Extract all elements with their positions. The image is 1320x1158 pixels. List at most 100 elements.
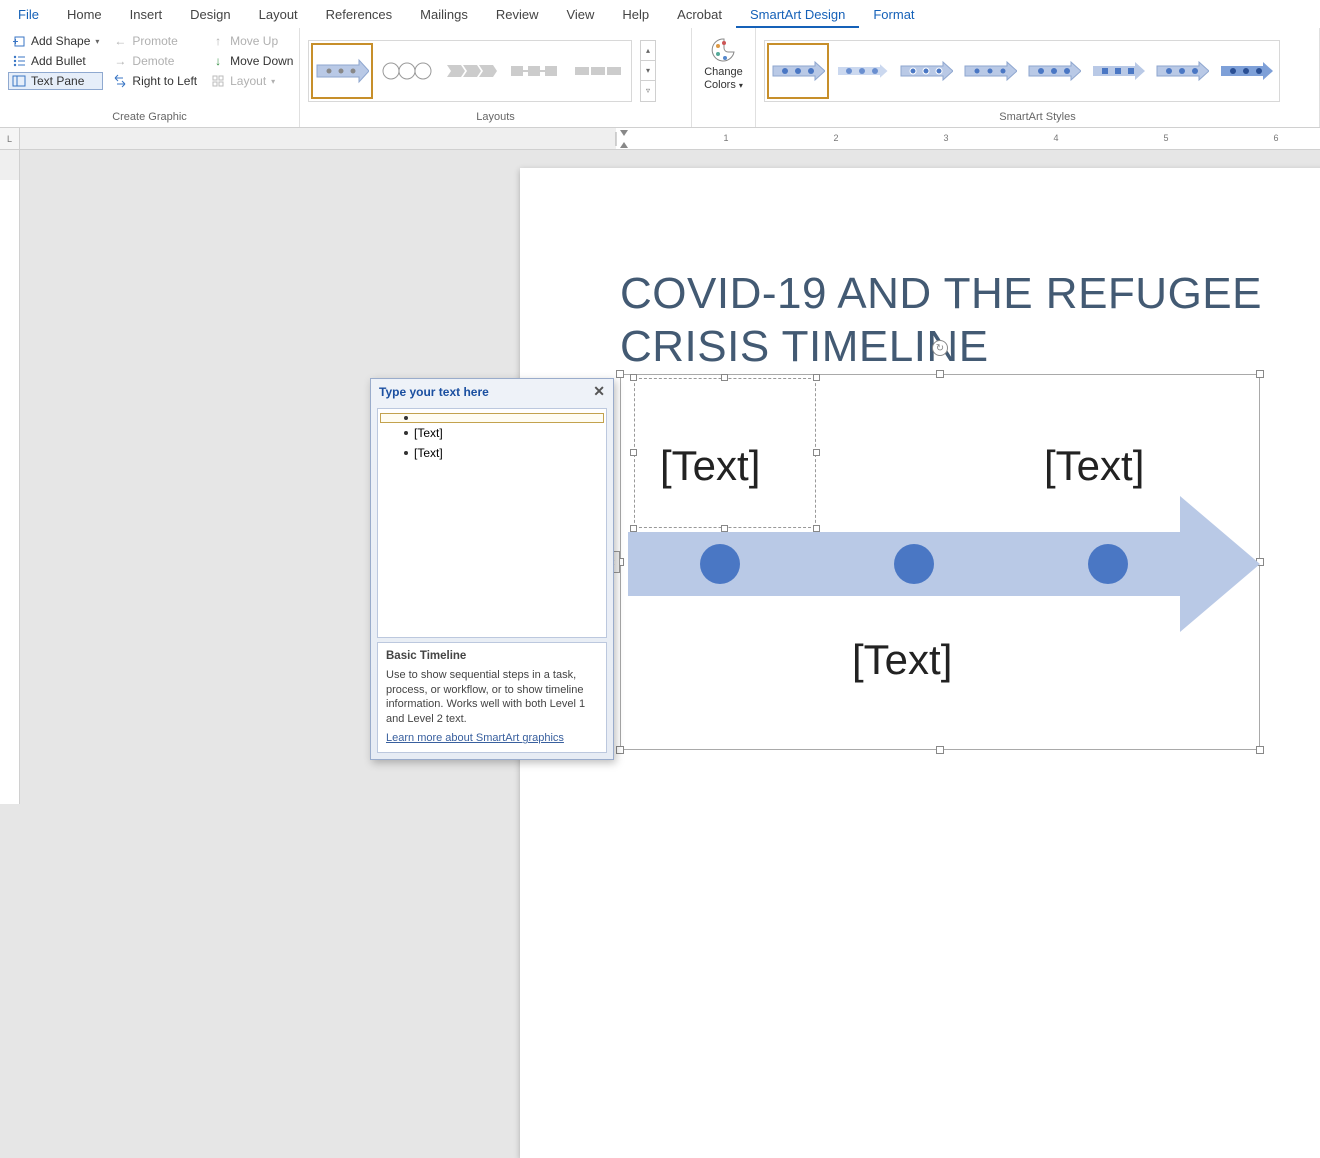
tab-design[interactable]: Design	[176, 3, 244, 28]
text-pane-item-1[interactable]	[380, 413, 604, 423]
ruler-corner: L	[0, 128, 20, 149]
add-shape-button[interactable]: Add Shape ▾	[8, 32, 103, 50]
right-to-left-label: Right to Left	[132, 74, 197, 88]
tab-mailings[interactable]: Mailings	[406, 3, 482, 28]
text-pane-footer-body: Use to show sequential steps in a task, …	[386, 669, 585, 726]
style-option-6[interactable]	[1087, 43, 1149, 99]
move-up-label: Move Up	[230, 34, 278, 48]
shape-resize-tm[interactable]	[721, 374, 728, 381]
ribbon: Add Shape ▾ Add Bullet Text Pane ← Promo…	[0, 28, 1320, 128]
svg-text:5: 5	[1163, 133, 1168, 143]
add-shape-icon	[12, 34, 26, 48]
shape-resize-tl[interactable]	[630, 374, 637, 381]
bullet-icon	[404, 416, 408, 420]
layouts-scroll-up[interactable]: ▴	[641, 41, 655, 61]
tab-file[interactable]: File	[4, 3, 53, 28]
text-pane-label: Text Pane	[31, 74, 84, 88]
layout-menu-button[interactable]: Layout ▾	[207, 72, 297, 90]
bullet-icon	[404, 451, 408, 455]
text-pane-popup[interactable]: Type your text here ✕ [Text] [Text] Basi…	[370, 378, 614, 760]
text-pane-button[interactable]: Text Pane	[8, 72, 103, 90]
text-pane-close-button[interactable]: ✕	[593, 383, 605, 400]
promote-icon: ←	[113, 34, 127, 48]
ruler-horizontal-area: L 1 2 3 4 5 6	[0, 128, 1320, 150]
text-pane-item-3[interactable]: [Text]	[380, 443, 604, 463]
svg-text:2: 2	[833, 133, 838, 143]
svg-text:3: 3	[943, 133, 948, 143]
layout-menu-label: Layout	[230, 74, 266, 88]
style-option-5[interactable]	[1023, 43, 1085, 99]
add-shape-label: Add Shape	[31, 34, 90, 48]
text-pane-item-2-text[interactable]: [Text]	[414, 426, 443, 440]
move-down-label: Move Down	[230, 54, 293, 68]
change-colors-button[interactable]: Change Colors ▾	[700, 32, 747, 91]
shape-resize-bl[interactable]	[630, 525, 637, 532]
page: COVID-19 AND THE REFUGEE CRISIS TIMELINE…	[520, 168, 1320, 1158]
style-option-8[interactable]	[1215, 43, 1277, 99]
text-pane-list[interactable]: [Text] [Text]	[377, 408, 607, 638]
style-option-2[interactable]	[831, 43, 893, 99]
tab-review[interactable]: Review	[482, 3, 553, 28]
tab-acrobat[interactable]: Acrobat	[663, 3, 736, 28]
layouts-scroll-more[interactable]: ▿	[641, 81, 655, 100]
layout-option-2[interactable]	[375, 43, 437, 99]
style-option-1[interactable]	[767, 43, 829, 99]
change-colors-label: Change Colors ▾	[700, 66, 747, 91]
create-graphic-group-label: Create Graphic	[8, 109, 291, 127]
layout-option-5[interactable]	[567, 43, 629, 99]
tab-help[interactable]: Help	[608, 3, 663, 28]
group-smartart-styles: SmartArt Styles	[756, 28, 1320, 127]
tab-references[interactable]: References	[312, 3, 406, 28]
shape-resize-br[interactable]	[813, 525, 820, 532]
timeline-text-3[interactable]: [Text]	[852, 636, 952, 684]
add-bullet-label: Add Bullet	[31, 54, 86, 68]
text-pane-learn-more-link[interactable]: Learn more about SmartArt graphics	[386, 731, 564, 746]
style-option-4[interactable]	[959, 43, 1021, 99]
timeline-text-1[interactable]: [Text]	[660, 442, 760, 490]
dropdown-icon: ▾	[95, 37, 99, 46]
document-area: COVID-19 AND THE REFUGEE CRISIS TIMELINE…	[0, 150, 1320, 804]
add-bullet-button[interactable]: Add Bullet	[8, 52, 103, 70]
text-pane-item-3-text[interactable]: [Text]	[414, 446, 443, 460]
tab-smartart-design[interactable]: SmartArt Design	[736, 3, 859, 28]
tab-view[interactable]: View	[552, 3, 608, 28]
rotate-handle[interactable]: ↻	[932, 340, 948, 356]
right-to-left-button[interactable]: Right to Left	[109, 72, 201, 90]
style-option-3[interactable]	[895, 43, 957, 99]
shape-resize-bm[interactable]	[721, 525, 728, 532]
style-option-7[interactable]	[1151, 43, 1213, 99]
right-to-left-icon	[113, 74, 127, 88]
move-down-button[interactable]: ↓ Move Down	[207, 52, 297, 70]
group-change-colors: Change Colors ▾	[692, 28, 756, 127]
promote-button[interactable]: ← Promote	[109, 32, 201, 50]
styles-group-label: SmartArt Styles	[764, 109, 1311, 127]
tab-format[interactable]: Format	[859, 3, 928, 28]
move-up-button[interactable]: ↑ Move Up	[207, 32, 297, 50]
text-pane-item-2[interactable]: [Text]	[380, 423, 604, 443]
layout-option-1[interactable]	[311, 43, 373, 99]
ruler-horizontal[interactable]: 1 2 3 4 5 6	[20, 128, 1320, 149]
move-down-icon: ↓	[211, 54, 225, 68]
svg-text:1: 1	[723, 133, 728, 143]
bullet-icon	[404, 431, 408, 435]
group-layouts: ▴ ▾ ▿ Layouts	[300, 28, 692, 127]
promote-label: Promote	[132, 34, 177, 48]
layout-option-4[interactable]	[503, 43, 565, 99]
shape-resize-ml[interactable]	[630, 449, 637, 456]
text-pane-title: Type your text here	[379, 385, 489, 399]
demote-button[interactable]: → Demote	[109, 52, 201, 70]
timeline-text-2[interactable]: [Text]	[1044, 442, 1144, 490]
smartart-object[interactable]: ↻ ‹	[620, 374, 1260, 750]
ruler-vertical[interactable]	[0, 150, 20, 804]
tab-home[interactable]: Home	[53, 3, 116, 28]
canvas[interactable]: COVID-19 AND THE REFUGEE CRISIS TIMELINE…	[20, 150, 1320, 804]
shape-resize-tr[interactable]	[813, 374, 820, 381]
shape-resize-mr[interactable]	[813, 449, 820, 456]
svg-text:6: 6	[1273, 133, 1278, 143]
svg-text:4: 4	[1053, 133, 1058, 143]
tab-insert[interactable]: Insert	[116, 3, 177, 28]
layouts-scroll-down[interactable]: ▾	[641, 61, 655, 81]
tab-layout[interactable]: Layout	[245, 3, 312, 28]
styles-group-label-a	[700, 121, 747, 127]
layout-option-3[interactable]	[439, 43, 501, 99]
